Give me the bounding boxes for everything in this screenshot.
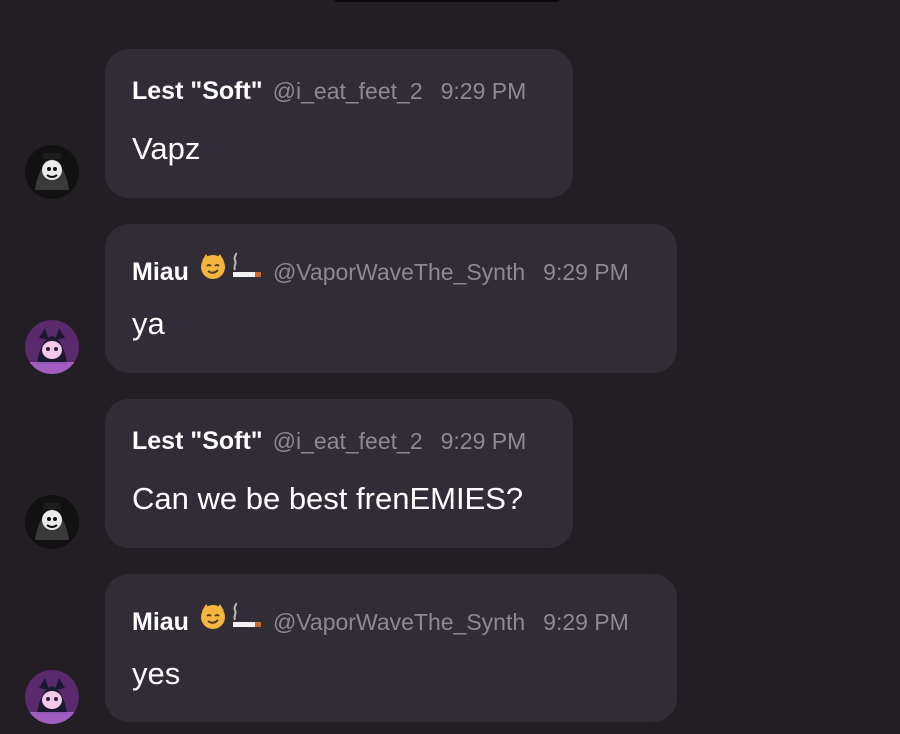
message-time: 9:29 PM	[543, 609, 629, 635]
top-bar	[333, 0, 561, 2]
smirking-cat-and-cigarette-emoji	[199, 602, 263, 635]
author-name[interactable]: Lest "Soft"	[132, 77, 263, 106]
author-handle[interactable]: @VaporWaveThe_Synth	[273, 259, 525, 286]
hooded-figure-avatar-icon[interactable]	[25, 145, 79, 199]
message-text: Vapz	[132, 131, 201, 166]
author-name[interactable]: Lest "Soft"	[132, 427, 263, 456]
author-name[interactable]: Miau	[132, 258, 189, 287]
message-header: Miau @VaporWaveThe_Synth 9:29 PM	[132, 602, 629, 637]
smirking-cat-and-cigarette-emoji	[199, 252, 263, 285]
message-bubble[interactable]: Miau @VaporWaveThe_Synth 9:	[105, 224, 677, 373]
author-handle[interactable]: @VaporWaveThe_Synth	[273, 609, 525, 636]
message-header: Lest "Soft" @i_eat_feet_2 9:29 PM	[132, 427, 526, 456]
anime-catgirl-avatar-icon[interactable]	[25, 670, 79, 724]
message-time: 9:29 PM	[440, 78, 527, 104]
author-name[interactable]: Miau	[132, 608, 189, 637]
message-bubble[interactable]: Lest "Soft" @i_eat_feet_2 9:29 PM Vapz	[105, 49, 573, 198]
message-header: Miau @VaporWaveThe_Synth 9:29 PM	[132, 252, 629, 287]
author-handle[interactable]: @i_eat_feet_2	[273, 428, 423, 455]
message-text: ya	[132, 306, 165, 341]
chat-screen: Lest "Soft" @i_eat_feet_2 9:29 PM Vapz M	[0, 0, 900, 734]
message-bubble[interactable]: Lest "Soft" @i_eat_feet_2 9:29 PM Can we…	[105, 399, 573, 548]
message-text: Can we be best frenEMIES?	[132, 481, 524, 516]
author-handle[interactable]: @i_eat_feet_2	[273, 78, 423, 105]
message-bubble[interactable]: Miau @VaporWaveThe_Synth 9:	[105, 574, 677, 722]
message-header: Lest "Soft" @i_eat_feet_2 9:29 PM	[132, 77, 526, 106]
anime-catgirl-avatar-icon[interactable]	[25, 320, 79, 374]
message-time: 9:29 PM	[543, 259, 629, 285]
message-text: yes	[132, 656, 181, 691]
message-time: 9:29 PM	[440, 428, 527, 454]
hooded-figure-avatar-icon[interactable]	[25, 495, 79, 549]
